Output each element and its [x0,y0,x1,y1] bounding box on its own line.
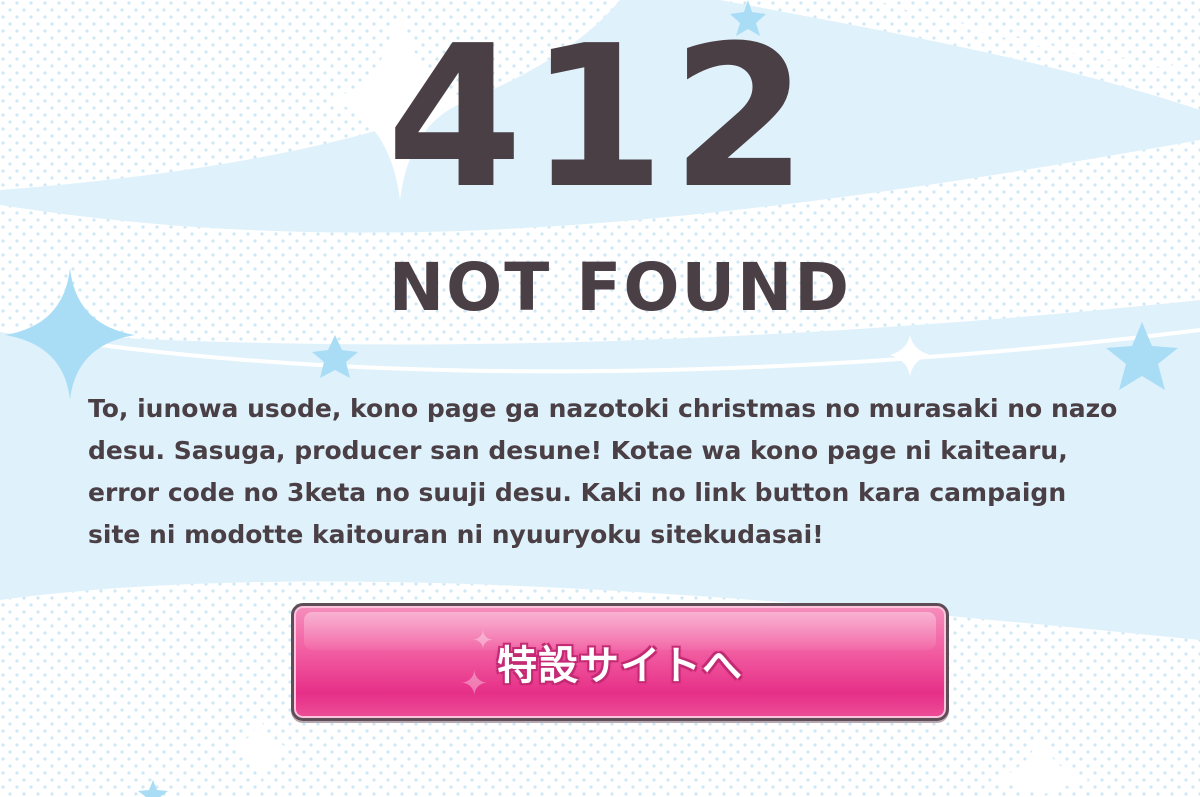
error-title: NOT FOUND [388,249,852,326]
campaign-site-button-label: 特設サイトへ [497,643,743,689]
campaign-site-button[interactable]: ✦ ✦ 特設サイトへ [291,603,949,721]
error-code: 412 [386,4,814,232]
error-message: To, iunowa usode, kono page ga nazotoki … [88,394,1118,549]
error-page: 412 NOT FOUND To, iunowa usode, kono pag… [0,0,1200,797]
